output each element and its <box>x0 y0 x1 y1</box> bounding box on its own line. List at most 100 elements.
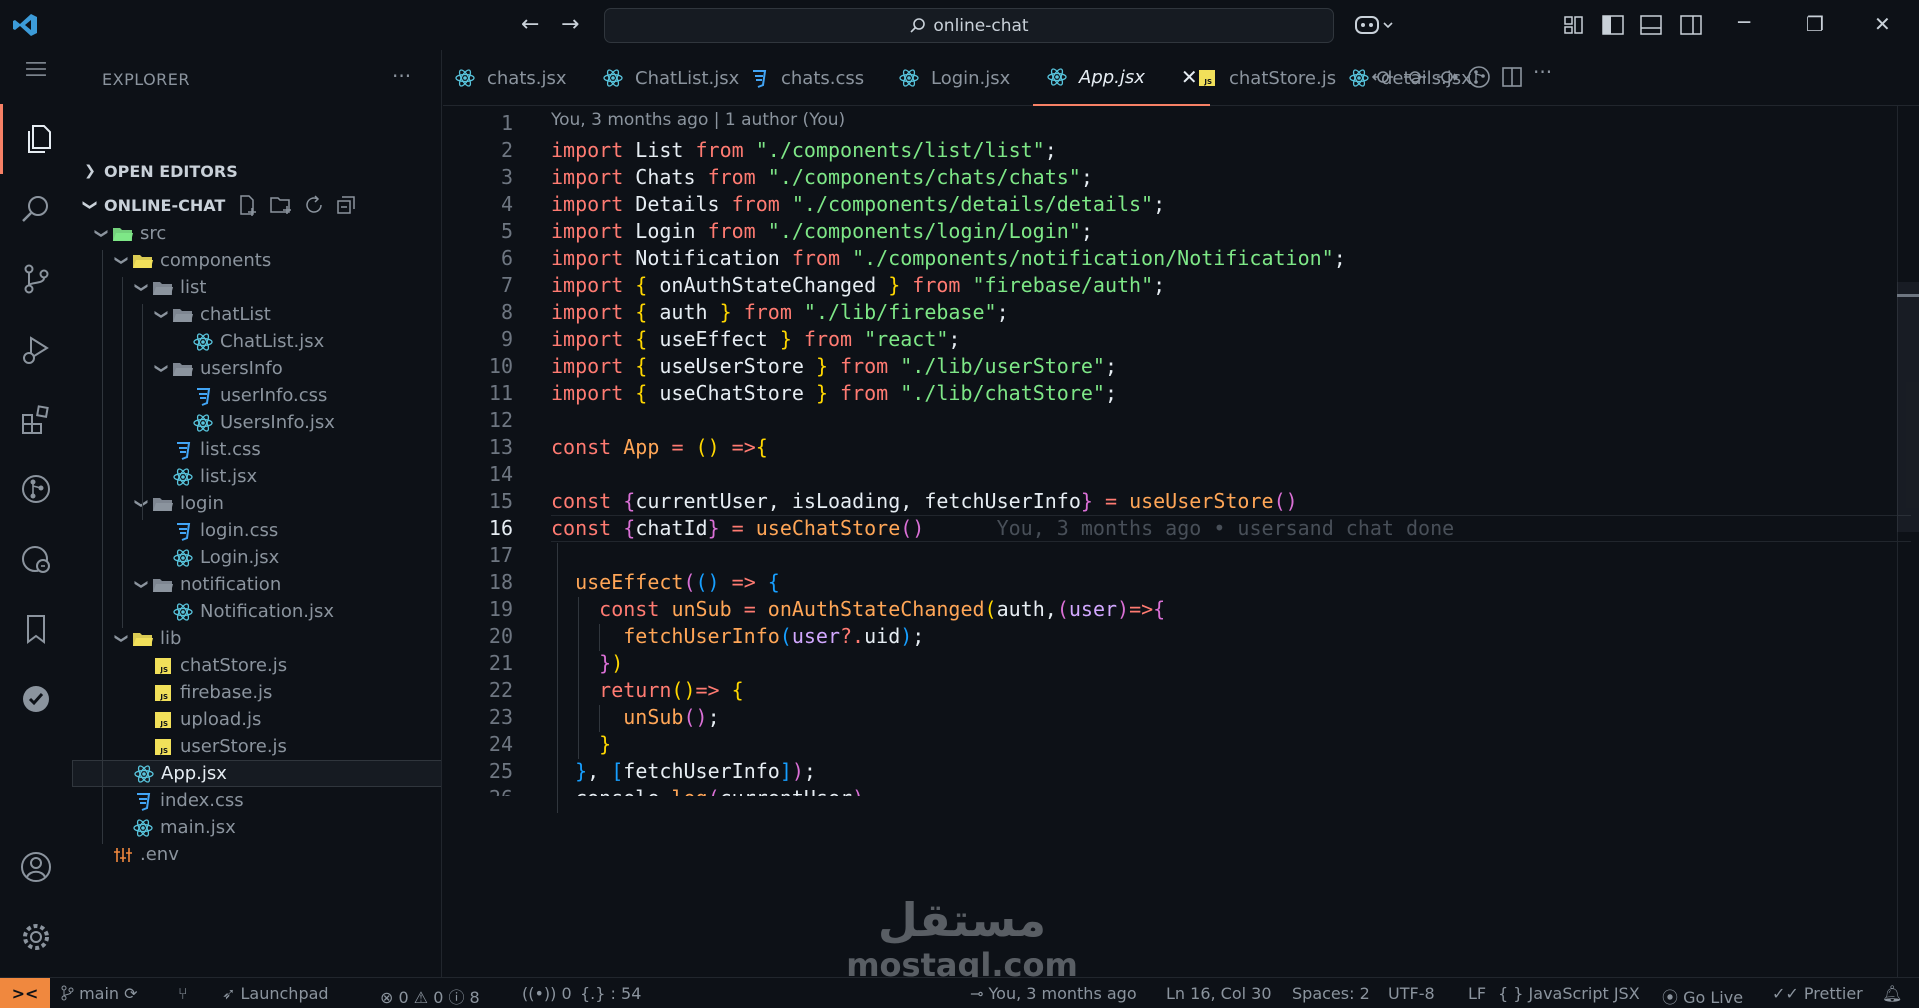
editor-scrollbar[interactable] <box>1897 106 1919 977</box>
tree-folder[interactable]: ❯ chatList <box>72 301 441 328</box>
tab-chats-css[interactable]: chats.css <box>745 50 864 106</box>
command-center[interactable]: online-chat <box>604 8 1334 43</box>
braces-icon: { } <box>1498 984 1524 1003</box>
collapse-all-icon[interactable] <box>335 194 357 216</box>
tree-folder[interactable]: ❯ notification <box>72 571 441 598</box>
git-commit-icon[interactable] <box>1403 66 1427 88</box>
copilot-icon[interactable] <box>1354 13 1394 37</box>
search-icon[interactable] <box>0 174 72 244</box>
tree-file[interactable]: JS userStore.js <box>72 733 441 760</box>
tree-folder[interactable]: ❯ list <box>72 274 441 301</box>
tree-folder[interactable]: ❯ components <box>72 247 441 274</box>
scroll-thumb[interactable] <box>1897 282 1919 532</box>
remote-explorer-icon[interactable] <box>0 524 72 594</box>
tree-file[interactable]: userInfo.css <box>72 382 441 409</box>
tree-file[interactable]: App.jsx <box>72 760 441 787</box>
toggle-primary-sidebar-icon[interactable] <box>1602 15 1624 35</box>
split-editor-icon[interactable] <box>1501 66 1523 88</box>
settings-icon[interactable] <box>0 902 72 972</box>
toggle-panel-icon[interactable] <box>1640 15 1662 35</box>
file-type-icon <box>130 250 156 272</box>
source-control-icon[interactable] <box>0 244 72 314</box>
tree-file[interactable]: login.css <box>72 517 441 544</box>
close-window-button[interactable]: ✕ <box>1874 12 1891 36</box>
minimize-button[interactable]: ─ <box>1738 10 1750 34</box>
testing-icon[interactable] <box>0 664 72 734</box>
account-icon[interactable] <box>0 832 72 902</box>
codelens-blame[interactable]: You, 3 months ago | 1 author (You) <box>551 110 845 130</box>
go-live-button[interactable]: ⦿ Go Live <box>1662 984 1743 1008</box>
tree-file[interactable]: main.jsx <box>72 814 441 841</box>
end-of-line[interactable]: LF <box>1468 984 1486 1003</box>
explorer-more-button[interactable]: ··· <box>392 64 411 88</box>
toggle-secondary-sidebar-icon[interactable] <box>1680 15 1702 35</box>
git-next-change-icon[interactable] <box>1435 66 1459 88</box>
restore-button[interactable]: ❐ <box>1806 12 1824 36</box>
tree-folder[interactable]: ❯ lib <box>72 625 441 652</box>
tree-folder[interactable]: ❯ src <box>72 220 441 247</box>
files-icon[interactable] <box>0 104 72 174</box>
ports-status[interactable]: ((•)) 0 <box>522 984 572 1003</box>
launchpad-status[interactable]: ➶ Launchpad <box>222 984 329 1003</box>
blame-status[interactable]: ⊸ You, 3 months ago <box>970 984 1137 1003</box>
tree-folder[interactable]: ❯ login <box>72 490 441 517</box>
tree-file[interactable]: Login.jsx <box>72 544 441 571</box>
tab-file-icon <box>451 66 479 90</box>
file-type-icon <box>170 520 196 542</box>
tab-login-jsx[interactable]: Login.jsx <box>895 50 1010 106</box>
prettier-status[interactable]: ✓✓ Prettier <box>1772 984 1863 1003</box>
tree-file[interactable]: index.css <box>72 787 441 814</box>
react-icon <box>455 69 475 87</box>
remote-indicator[interactable]: >< <box>0 978 50 1008</box>
git-graph-status-icon[interactable]: ⑂ <box>178 984 188 1003</box>
notifications-bell-icon[interactable]: 🔔︎ <box>1882 984 1902 1003</box>
open-editors-section[interactable]: ❯ OPEN EDITORS <box>72 156 441 186</box>
tree-file[interactable]: JS upload.js <box>72 706 441 733</box>
language-mode[interactable]: { } JavaScript JSX <box>1498 984 1640 1003</box>
line-number: 24 <box>488 732 513 756</box>
file-type-icon <box>170 358 196 380</box>
cursor-position[interactable]: Ln 16, Col 30 <box>1166 984 1272 1003</box>
git-timeline-icon[interactable] <box>1371 66 1395 88</box>
back-button[interactable]: ← <box>521 12 539 37</box>
tree-file[interactable]: UsersInfo.jsx <box>72 409 441 436</box>
tree-folder[interactable]: ❯ usersInfo <box>72 355 441 382</box>
sync-icon[interactable]: ⟳ <box>124 984 137 1003</box>
forward-button[interactable]: → <box>561 12 579 37</box>
folder-open-icon <box>153 578 173 592</box>
git-lens-icon[interactable] <box>1467 65 1491 89</box>
css-icon <box>177 522 191 541</box>
bookmarks-icon[interactable] <box>0 594 72 664</box>
problems-status[interactable]: ⊗ 0 ⚠ 0 ⓘ 8 <box>380 984 480 1008</box>
react-icon <box>133 818 153 837</box>
encoding[interactable]: UTF-8 <box>1388 984 1435 1003</box>
new-file-icon[interactable] <box>237 194 259 216</box>
code-editor[interactable]: You, 3 months ago | 1 author (You) 12345… <box>443 106 1919 977</box>
more-actions-button[interactable]: ··· <box>1533 60 1552 84</box>
tab-app-jsx[interactable]: App.jsx ✕ <box>1033 50 1210 106</box>
branch-status[interactable]: main ⟳ <box>60 984 138 1003</box>
git-graph-icon[interactable] <box>0 454 72 524</box>
extensions-icon[interactable] <box>0 384 72 454</box>
tree-file[interactable]: .env <box>72 841 441 868</box>
tree-file[interactable]: JS firebase.js <box>72 679 441 706</box>
tab-chatstore-js[interactable]: JS chatStore.js <box>1193 50 1336 106</box>
menu-icon[interactable] <box>0 50 72 88</box>
line-number: 8 <box>500 300 513 324</box>
run-debug-icon[interactable] <box>0 314 72 384</box>
tab-chatlist-jsx[interactable]: ChatList.jsx <box>599 50 739 106</box>
tree-file[interactable]: list.css <box>72 436 441 463</box>
indentation[interactable]: Spaces: 2 <box>1292 984 1370 1003</box>
react-icon <box>193 332 213 351</box>
workspace-section[interactable]: ❯ ONLINE-CHAT <box>72 190 441 220</box>
customize-layout-icon[interactable] <box>1564 15 1584 35</box>
tree-file[interactable]: ChatList.jsx <box>72 328 441 355</box>
refresh-icon[interactable] <box>303 194 325 216</box>
tree-file[interactable]: Notification.jsx <box>72 598 441 625</box>
blame-text: You, 3 months ago <box>988 984 1137 1003</box>
selection-status[interactable]: {.} : 54 <box>580 984 641 1003</box>
tree-file[interactable]: list.jsx <box>72 463 441 490</box>
new-folder-icon[interactable] <box>269 194 293 216</box>
tab-chats-jsx[interactable]: chats.jsx <box>451 50 567 106</box>
tree-file[interactable]: JS chatStore.js <box>72 652 441 679</box>
